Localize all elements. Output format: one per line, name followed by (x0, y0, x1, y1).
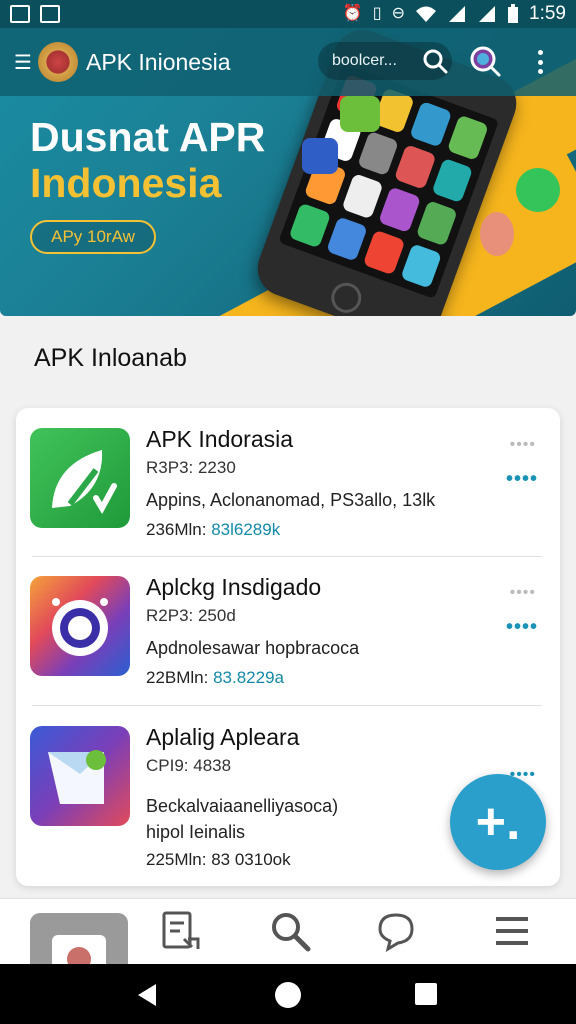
alarm-icon: ⏰ (342, 5, 363, 22)
bottom-nav (0, 898, 576, 973)
back-icon[interactable] (134, 982, 160, 1008)
stats-value: 83.8229a (213, 668, 284, 687)
hero-headline: Dusnat APR (30, 114, 266, 160)
signal-icon-2 (479, 6, 496, 22)
phone-home-button (327, 278, 366, 316)
more-dots-icon: •••• (509, 436, 536, 453)
item-menu-icon[interactable]: •••• (506, 616, 538, 639)
photo-notification-icon (40, 5, 60, 23)
stats-value: 83 0310ok (211, 850, 291, 869)
status-bar: ⏰ ▯ ⊖ 1:59 (0, 0, 576, 28)
nav-community-icon[interactable] (374, 909, 418, 953)
lens-search-icon[interactable] (468, 44, 502, 78)
app-logo (38, 42, 78, 82)
add-fab-button[interactable]: +. (450, 774, 546, 870)
system-nav-bar (0, 964, 576, 1024)
floating-chat-icon (340, 96, 380, 132)
list-item[interactable]: APK Indorasia R3P3: 2230 Appins, Aclonan… (16, 408, 560, 558)
app-stats: 22BMln: 83.8229a (146, 668, 284, 688)
recents-icon[interactable] (414, 982, 438, 1006)
stats-label: 22BMln: (146, 668, 214, 687)
app-title: APK Indorasia (146, 426, 294, 452)
hero-banner[interactable]: ☰ APK Inionesia Dusnat APR Indonesia APy… (0, 28, 576, 316)
hero-headline-highlight: Indonesia (30, 160, 222, 206)
app-description-2: hipol Ieinalis (146, 822, 246, 842)
section-title: APK Inloanab (34, 344, 187, 372)
app-title: APK Inionesia (86, 48, 231, 75)
app-icon-leaf (30, 428, 130, 528)
floating-shape-icon (480, 212, 514, 256)
image-notification-icon (10, 5, 30, 23)
clock: 1:59 (529, 3, 566, 24)
app-description: Apdnolesawar hopbracoca (146, 638, 360, 658)
app-description: Beckalvaiaanelliyasoca) (146, 796, 339, 816)
floating-store-icon (302, 138, 338, 174)
nav-menu-icon[interactable] (490, 909, 534, 953)
signal-icon (449, 6, 466, 22)
search-icon[interactable] (422, 48, 448, 74)
more-dots-icon: •••• (509, 584, 536, 601)
battery-icon (508, 4, 519, 23)
menu-icon[interactable]: ☰ (14, 50, 32, 75)
app-rating: R3P3: 2230 (146, 458, 236, 477)
app-stats: 225Mln: 83 0310ok (146, 850, 291, 870)
stats-label: 236Mln: (146, 520, 212, 539)
do-not-disturb-icon: ⊖ (391, 5, 406, 22)
more-options-icon[interactable] (528, 46, 552, 78)
vibrate-icon: ▯ (372, 5, 382, 22)
nav-search-icon[interactable] (268, 909, 312, 953)
app-title: Aplckg Insdigado (146, 574, 322, 600)
wifi-icon (416, 6, 437, 22)
search-input[interactable] (332, 52, 418, 70)
list-item[interactable]: Aplckg Insdigado R2P3: 250d Apdnolesawar… (16, 556, 560, 706)
hero-cta-button[interactable]: APy 10rAw (30, 220, 156, 254)
app-rating: CPI9: 4838 (146, 756, 232, 775)
home-icon[interactable] (274, 982, 302, 1010)
stats-value: 83l6289k (211, 520, 281, 539)
item-menu-icon[interactable]: •••• (506, 468, 538, 491)
stats-label: 225Mln: (146, 850, 212, 869)
app-icon-camera (30, 576, 130, 676)
app-stats: 236Mln: 83l6289k (146, 520, 280, 540)
app-description: Appins, Aclonanomad, PS3allo, 13lk (146, 490, 436, 510)
app-title: Aplalig Apleara (146, 724, 300, 750)
nav-updates-icon[interactable] (158, 909, 202, 953)
app-icon-gallery (30, 726, 130, 826)
app-rating: R2P3: 250d (146, 606, 236, 625)
whatsapp-icon (516, 168, 560, 212)
